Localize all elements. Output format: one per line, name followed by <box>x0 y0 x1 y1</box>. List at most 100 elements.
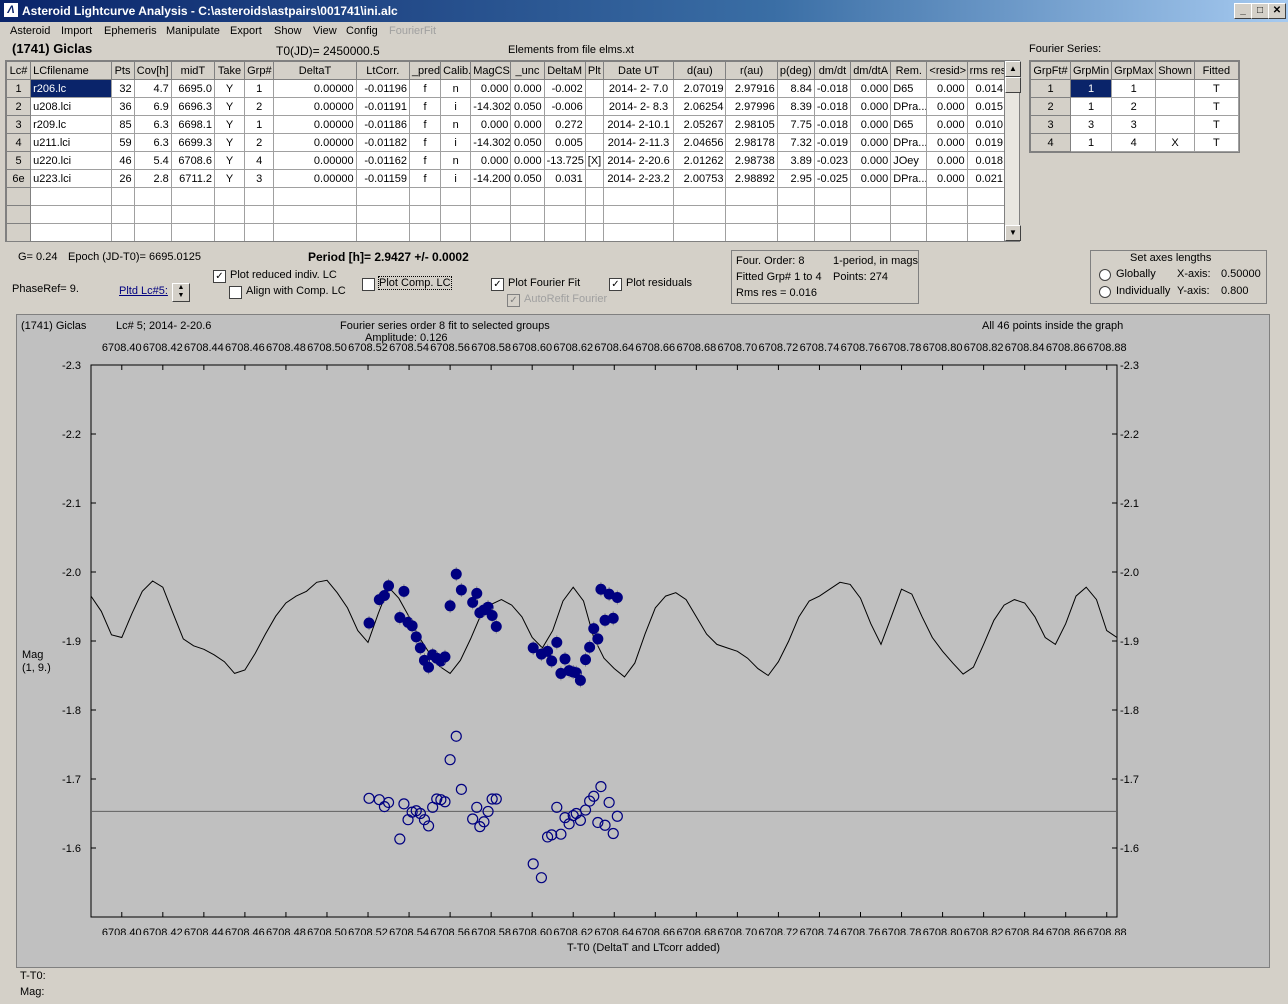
fourier-row[interactable]: 212 T <box>1030 97 1239 116</box>
fourier-row-header[interactable]: 4 <box>1030 133 1071 152</box>
menu-ephemeris[interactable]: Ephemeris <box>104 25 157 37</box>
lc-table-row[interactable]: 2 u208.lci 36 6.9 6696.3 Y 2 0.00000 -0.01191 f i -… <box>6 97 1006 116</box>
lc-cell[interactable]: JOey <box>890 151 928 170</box>
lc-empty-row[interactable] <box>6 205 1006 224</box>
lc-cell[interactable] <box>602 187 675 206</box>
lc-col-header[interactable]: <resid> <box>926 61 968 80</box>
fourier-cell[interactable]: 3 <box>1069 115 1113 134</box>
menu-show[interactable]: Show <box>274 25 302 37</box>
lc-cell[interactable]: 0.010 <box>966 115 1006 134</box>
lc-cell[interactable]: i <box>440 133 472 152</box>
lc-cell[interactable] <box>408 223 442 241</box>
lc-cell[interactable]: -0.01162 <box>355 151 410 170</box>
lc-cell[interactable]: 6696.3 <box>170 97 215 116</box>
lc-cell[interactable] <box>408 205 442 224</box>
lc-cell[interactable]: Y <box>213 79 246 98</box>
lc-cell[interactable]: 0.00000 <box>273 79 357 98</box>
lc-cell[interactable] <box>725 223 778 241</box>
fourier-cell[interactable]: 1 <box>1111 79 1157 98</box>
lc-cell[interactable] <box>244 223 275 241</box>
lc-table-row[interactable]: 4 u211.lci 59 6.3 6699.3 Y 2 0.00000 -0.01182 f i -… <box>6 133 1006 152</box>
lc-cell[interactable]: 0.000 <box>850 133 892 152</box>
lc-cell[interactable]: D65 <box>890 115 928 134</box>
lc-col-header[interactable]: DeltaM <box>543 61 586 80</box>
lc-cell[interactable] <box>543 205 586 224</box>
lc-cell[interactable] <box>170 223 215 241</box>
lc-cell[interactable]: 0.014 <box>966 79 1006 98</box>
lc-cell[interactable]: 0.015 <box>966 97 1006 116</box>
lc-row-header[interactable]: 2 <box>6 97 32 116</box>
fourier-col-header[interactable]: GrpMax <box>1111 61 1157 80</box>
fourier-cell[interactable]: 1 <box>1069 79 1113 98</box>
lc-cell[interactable]: f <box>408 97 442 116</box>
lc-col-header[interactable]: dm/dt <box>813 61 852 80</box>
lc-cell[interactable]: 6698.1 <box>170 115 215 134</box>
lc-cell[interactable]: -0.018 <box>813 115 852 134</box>
lc-cell[interactable] <box>813 205 852 224</box>
lc-cell[interactable]: 59 <box>110 133 135 152</box>
lc-cell[interactable]: -0.01191 <box>355 97 410 116</box>
lc-table-row[interactable]: 6e u223.lci 26 2.8 6711.2 Y 3 0.00000 -0.01159 f i… <box>6 169 1006 188</box>
lc-cell[interactable] <box>273 187 357 206</box>
lc-col-header[interactable]: r(au) <box>725 61 778 80</box>
lc-cell[interactable] <box>890 205 928 224</box>
lc-cell[interactable] <box>30 223 112 241</box>
lc-cell[interactable]: 0.000 <box>926 169 968 188</box>
lc-cell[interactable]: -0.01159 <box>355 169 410 188</box>
lc-cell[interactable] <box>408 187 442 206</box>
lc-table-row[interactable]: 1 r206.lc 32 4.7 6695.0 Y 1 0.00000 -0.01196 f n 0.… <box>6 79 1006 98</box>
lc-cell[interactable]: 2014- 2-10.1 <box>602 115 675 134</box>
lc-cell[interactable]: -13.725 <box>543 151 586 170</box>
fourier-col-header[interactable]: Fitted <box>1193 61 1239 80</box>
globally-radio[interactable] <box>1099 269 1111 281</box>
lc-cell[interactable]: f <box>408 151 442 170</box>
lc-cell[interactable] <box>355 223 410 241</box>
lc-cell[interactable]: -0.023 <box>813 151 852 170</box>
lc-cell[interactable] <box>673 205 727 224</box>
lc-cell[interactable] <box>850 187 892 206</box>
lc-cell[interactable]: Y <box>213 151 246 170</box>
lc-empty-row[interactable] <box>6 223 1006 241</box>
lc-col-header[interactable]: MagCS <box>470 61 512 80</box>
lc-cell[interactable]: 0.00000 <box>273 151 357 170</box>
lc-cell[interactable]: r206.lc <box>30 79 112 98</box>
plot-reduced-checkbox[interactable]: ✓ <box>213 270 226 283</box>
lc-cell[interactable] <box>470 223 512 241</box>
lc-cell[interactable]: 2.98105 <box>725 115 778 134</box>
lc-cell[interactable]: -0.01186 <box>355 115 410 134</box>
lc-col-header[interactable]: d(au) <box>673 61 727 80</box>
lc-cell[interactable] <box>584 223 604 241</box>
menu-asteroid[interactable]: Asteroid <box>10 25 50 37</box>
lc-cell[interactable] <box>966 223 1006 241</box>
lc-cell[interactable]: 0.000 <box>850 115 892 134</box>
scroll-up-icon[interactable]: ▲ <box>1005 61 1021 77</box>
lc-table-row[interactable]: 3 r209.lc 85 6.3 6698.1 Y 1 0.00000 -0.01186 f n 0.… <box>6 115 1006 134</box>
lc-cell[interactable]: 0.000 <box>510 79 545 98</box>
lc-cell[interactable] <box>926 205 968 224</box>
lc-cell[interactable]: 0.019 <box>966 133 1006 152</box>
lc-cell[interactable]: 6.3 <box>133 133 172 152</box>
lc-cell[interactable] <box>244 205 275 224</box>
lc-cell[interactable] <box>110 187 135 206</box>
lc-cell[interactable]: f <box>408 169 442 188</box>
fourier-cell[interactable]: X <box>1155 133 1195 152</box>
lc-cell[interactable]: 2.97996 <box>725 97 778 116</box>
lc-cell[interactable] <box>673 223 727 241</box>
plot-residuals-checkbox[interactable]: ✓ <box>609 278 622 291</box>
lc-cell[interactable] <box>470 187 512 206</box>
lc-cell[interactable]: 0.000 <box>926 151 968 170</box>
lc-cell[interactable]: 2014- 2- 7.0 <box>602 79 675 98</box>
lc-cell[interactable] <box>584 205 604 224</box>
scroll-down-icon[interactable]: ▼ <box>1005 225 1021 241</box>
lc-cell[interactable] <box>273 205 357 224</box>
lc-cell[interactable] <box>584 169 604 188</box>
minimize-button[interactable]: _ <box>1234 3 1252 19</box>
lc-cell[interactable] <box>850 223 892 241</box>
lc-cell[interactable]: -0.002 <box>543 79 586 98</box>
lc-cell[interactable] <box>440 205 472 224</box>
lc-cell[interactable]: 0.000 <box>470 151 512 170</box>
lc-cell[interactable]: 8.39 <box>776 97 815 116</box>
lc-cell[interactable]: u220.lci <box>30 151 112 170</box>
lc-cell[interactable]: 0.021 <box>966 169 1006 188</box>
lc-cell[interactable]: 85 <box>110 115 135 134</box>
